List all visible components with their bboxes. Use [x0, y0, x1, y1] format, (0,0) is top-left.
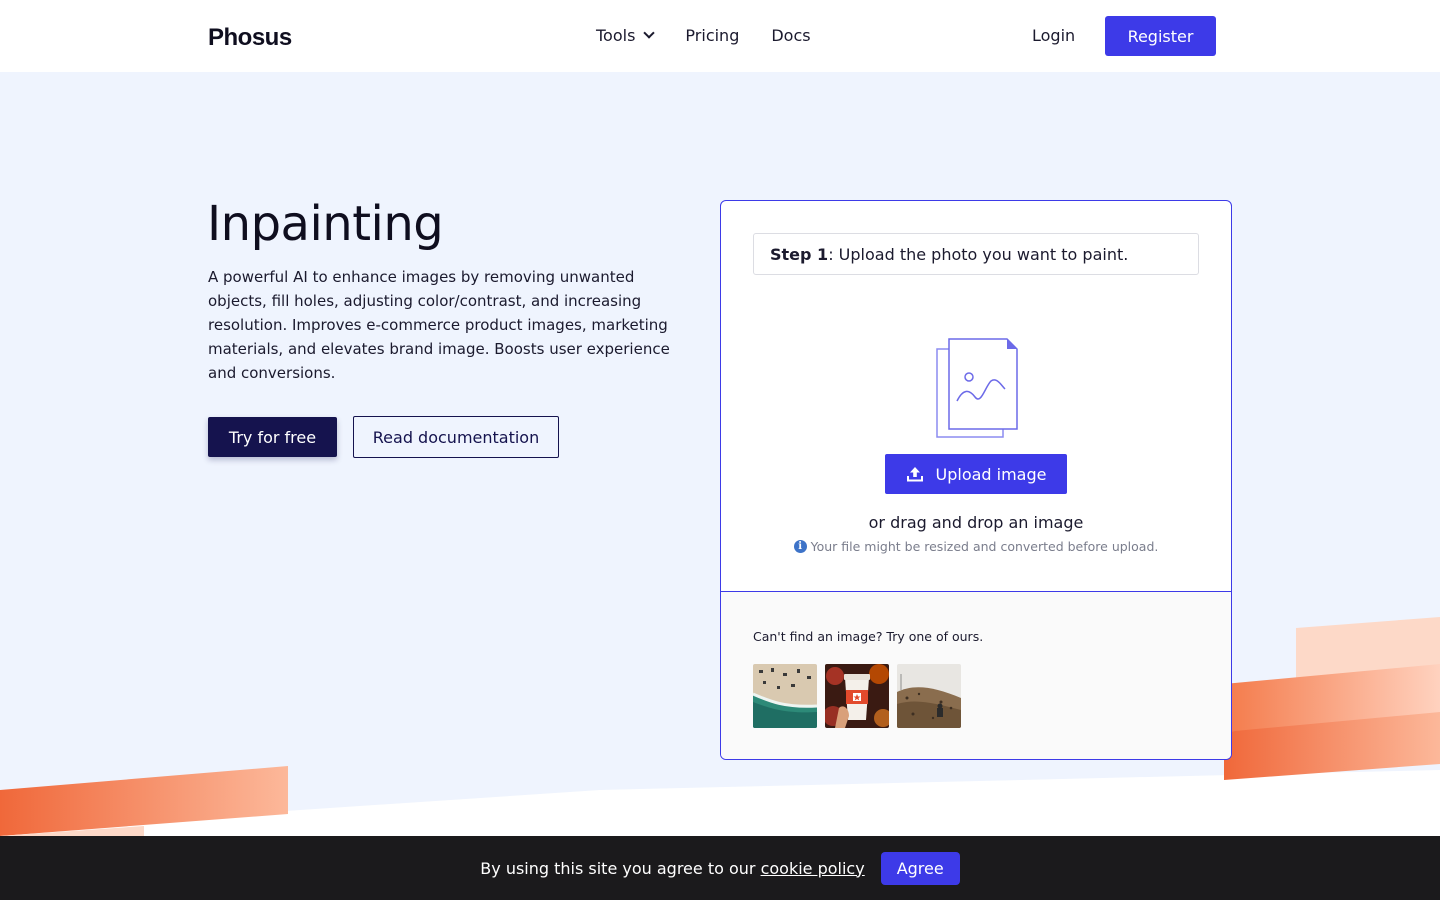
try-for-free-button[interactable]: Try for free [208, 417, 337, 457]
read-documentation-button[interactable]: Read documentation [353, 416, 559, 458]
drag-drop-text: or drag and drop an image [868, 513, 1084, 532]
samples-title: Can't find an image? Try one of ours. [753, 629, 984, 644]
step-instruction: Step 1: Upload the photo you want to pai… [753, 233, 1199, 275]
nav-docs[interactable]: Docs [771, 26, 810, 45]
resize-hint-text: Your file might be resized and converted… [810, 539, 1159, 554]
cookie-consent-bar: By using this site you agree to our cook… [0, 836, 1440, 900]
login-link[interactable]: Login [1032, 26, 1075, 45]
beach-aerial-sample-thumbnail[interactable] [753, 664, 817, 728]
resize-hint: i Your file might be resized and convert… [721, 539, 1231, 554]
upload-image-button[interactable]: Upload image [885, 454, 1067, 494]
main-nav: Tools Pricing Docs [596, 26, 811, 45]
image-file-icon [936, 338, 1018, 438]
agree-button[interactable]: Agree [880, 851, 960, 885]
page-title: Inpainting [207, 196, 444, 252]
cookie-policy-link[interactable]: cookie policy [761, 859, 865, 878]
upload-card: Step 1: Upload the photo you want to pai… [720, 200, 1232, 760]
info-icon: i [793, 540, 807, 553]
cookie-message: By using this site you agree to our [480, 858, 756, 878]
cookie-text: By using this site you agree to our cook… [480, 859, 864, 878]
sample-images-section: Can't find an image? Try one of ours. [721, 591, 1231, 759]
rocky-hill-sample-thumbnail[interactable] [897, 664, 961, 728]
hero-description: A powerful AI to enhance images by remov… [208, 268, 670, 382]
step-label: Step 1 [770, 245, 829, 264]
top-navbar: Phosus Tools Pricing Docs Login Register [0, 0, 1440, 72]
nav-pricing-label: Pricing [685, 26, 740, 45]
phosus-logo[interactable]: Phosus [208, 24, 292, 52]
coffee-cup-sample-thumbnail[interactable] [825, 664, 889, 728]
register-button[interactable]: Register [1105, 16, 1216, 56]
upload-icon [906, 466, 923, 481]
step-text: : Upload the photo you want to paint. [828, 245, 1129, 264]
nav-pricing[interactable]: Pricing [685, 26, 739, 45]
nav-tools[interactable]: Tools [596, 26, 656, 45]
nav-docs-label: Docs [771, 26, 811, 45]
upload-image-label: Upload image [935, 464, 1047, 484]
nav-tools-label: Tools [596, 26, 636, 45]
chevron-down-icon [643, 27, 656, 39]
